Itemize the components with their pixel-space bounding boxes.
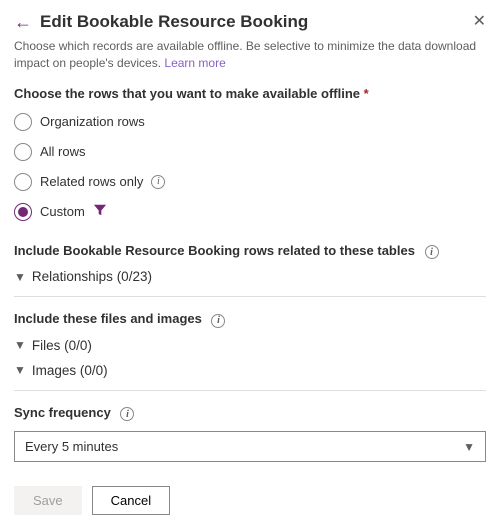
close-icon[interactable]: ✕ <box>473 14 486 30</box>
learn-more-link[interactable]: Learn more <box>164 56 225 70</box>
cancel-button[interactable]: Cancel <box>92 486 170 515</box>
radio-label: Custom <box>40 204 85 219</box>
expander-relationships[interactable]: ▼ Relationships (0/23) <box>14 269 486 284</box>
chevron-down-icon: ▼ <box>14 338 26 352</box>
filter-icon[interactable] <box>93 203 107 220</box>
back-arrow-icon[interactable]: ← <box>14 13 32 31</box>
subtitle-text: Choose which records are available offli… <box>14 39 476 70</box>
radio-label: All rows <box>40 144 86 159</box>
dialog-subtitle: Choose which records are available offli… <box>14 38 486 72</box>
info-icon[interactable]: i <box>120 407 134 421</box>
select-value: Every 5 minutes <box>25 439 118 454</box>
radio-icon <box>14 173 32 191</box>
expander-files[interactable]: ▼ Files (0/0) <box>14 338 486 353</box>
required-marker: * <box>364 86 369 101</box>
radio-icon <box>14 143 32 161</box>
divider <box>14 296 486 297</box>
sync-label: Sync frequency i <box>14 405 486 422</box>
expander-label: Relationships (0/23) <box>32 269 152 284</box>
rows-section-label: Choose the rows that you want to make av… <box>14 86 486 101</box>
info-icon[interactable]: i <box>425 245 439 259</box>
radio-related-rows[interactable]: Related rows only i <box>14 173 486 191</box>
info-icon[interactable]: i <box>211 314 225 328</box>
radio-icon-selected <box>14 203 32 221</box>
sync-frequency-select[interactable]: Every 5 minutes ▼ <box>14 431 486 462</box>
dialog-title: Edit Bookable Resource Booking <box>40 12 465 32</box>
info-icon[interactable]: i <box>151 175 165 189</box>
files-section-label: Include these files and images i <box>14 311 486 328</box>
radio-label: Organization rows <box>40 114 145 129</box>
chevron-down-icon: ▼ <box>14 363 26 377</box>
radio-icon <box>14 113 32 131</box>
radio-label: Related rows only <box>40 174 143 189</box>
expander-label: Images (0/0) <box>32 363 108 378</box>
radio-organization-rows[interactable]: Organization rows <box>14 113 486 131</box>
radio-all-rows[interactable]: All rows <box>14 143 486 161</box>
radio-custom[interactable]: Custom <box>14 203 486 221</box>
chevron-down-icon: ▼ <box>14 270 26 284</box>
divider <box>14 390 486 391</box>
save-button: Save <box>14 486 82 515</box>
chevron-down-icon: ▼ <box>463 440 475 454</box>
include-related-label: Include Bookable Resource Booking rows r… <box>14 243 486 260</box>
expander-label: Files (0/0) <box>32 338 92 353</box>
expander-images[interactable]: ▼ Images (0/0) <box>14 363 486 378</box>
